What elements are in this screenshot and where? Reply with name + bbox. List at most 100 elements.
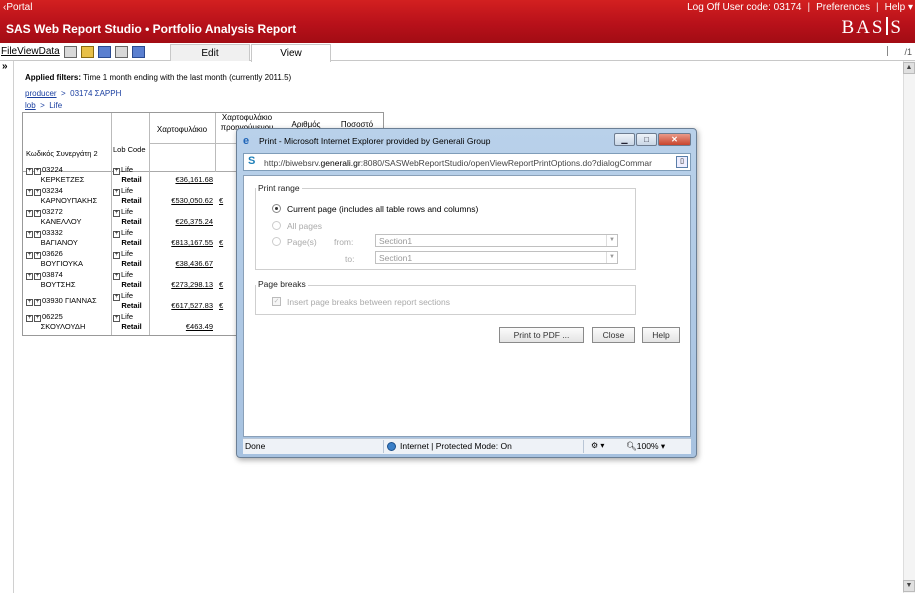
menu-data[interactable]: Data <box>39 46 60 57</box>
expand-icon[interactable]: + <box>34 273 41 280</box>
breadcrumb-link[interactable]: producer <box>25 89 57 98</box>
radio-all-pages[interactable] <box>272 221 281 230</box>
address-bar[interactable]: S http://biwebsrv.generali.gr:8080/SASWe… <box>243 153 691 171</box>
save-icon[interactable] <box>98 46 111 58</box>
close-button[interactable]: Close <box>592 327 635 343</box>
menu-file[interactable]: File <box>1 46 17 57</box>
portfolio-value[interactable]: €813,167.55 <box>145 238 213 247</box>
lob-value[interactable]: Life <box>121 165 133 174</box>
expand-icon[interactable]: + <box>113 294 120 301</box>
print-to-pdf-button[interactable]: Print to PDF ... <box>499 327 584 343</box>
security-settings-icon[interactable]: ⚙ ▾ <box>591 441 604 450</box>
open-folder-icon[interactable] <box>81 46 94 58</box>
preferences-link[interactable]: Preferences <box>816 2 870 13</box>
close-window-button[interactable]: ✕ <box>658 133 691 146</box>
expand-icon[interactable]: + <box>113 315 120 322</box>
lob-value[interactable]: Life <box>121 249 133 258</box>
help-button[interactable]: Help <box>642 327 680 343</box>
expand-icon[interactable]: + <box>26 252 33 259</box>
expand-icon[interactable]: + <box>34 252 41 259</box>
expand-icon[interactable]: + <box>34 168 41 175</box>
breadcrumb-link[interactable]: lob <box>25 101 36 110</box>
expand-icon[interactable]: + <box>113 231 120 238</box>
expand-icon[interactable]: + <box>34 189 41 196</box>
radio-current-page[interactable] <box>272 204 281 213</box>
insert-breaks-checkbox[interactable]: ✓ <box>272 297 281 306</box>
expand-icon[interactable]: + <box>26 273 33 280</box>
menu-view[interactable]: View <box>17 46 39 57</box>
minimize-button[interactable]: ▁ <box>614 133 635 146</box>
print-range-legend: Print range <box>256 183 302 193</box>
portal-link[interactable]: ‹Portal <box>3 2 32 13</box>
expand-icon[interactable]: + <box>113 189 120 196</box>
new-report-icon[interactable] <box>64 46 77 58</box>
portfolio-value[interactable]: €617,527.83 <box>145 301 213 310</box>
zoom-value[interactable]: 100% <box>637 441 659 451</box>
portfolio-value[interactable]: €38,436.67 <box>145 259 213 268</box>
lob-sub: Retail <box>121 196 142 205</box>
expand-icon[interactable]: + <box>26 189 33 196</box>
dialog-title: Print - Microsoft Internet Explorer prov… <box>259 136 491 146</box>
expand-icon[interactable]: + <box>26 168 33 175</box>
portfolio-value[interactable]: €463.49 <box>145 322 213 331</box>
portfolio-value[interactable]: €26,375.24 <box>145 217 213 226</box>
expand-icon[interactable]: + <box>113 273 120 280</box>
expand-icon[interactable]: + <box>34 315 41 322</box>
expand-icon[interactable]: + <box>26 231 33 238</box>
scroll-up-icon[interactable]: ▲ <box>903 62 915 74</box>
page-number: 1 <box>906 47 912 57</box>
lob-value[interactable]: Life <box>121 270 133 279</box>
portal-link-label[interactable]: Portal <box>6 2 32 13</box>
expand-icon[interactable]: + <box>26 315 33 322</box>
address-url[interactable]: http://biwebsrv.generali.gr:8080/SASWebR… <box>264 158 669 168</box>
partner-code[interactable]: 03272 <box>42 207 63 216</box>
partner-code[interactable]: 03234 <box>42 186 63 195</box>
expand-icon[interactable]: + <box>26 299 33 306</box>
logoff-link[interactable]: Log Off User code: 03174 <box>687 2 801 13</box>
lob-value[interactable]: Life <box>121 186 133 195</box>
partner-name: ΒΟΥΤΣΗΣ <box>40 280 76 289</box>
partner-code[interactable]: 03626 <box>42 249 63 258</box>
page-icon: S <box>248 155 256 167</box>
edit-icon[interactable] <box>132 46 145 58</box>
expand-icon[interactable]: + <box>34 231 41 238</box>
lob-value[interactable]: Life <box>121 291 133 300</box>
scroll-down-icon[interactable]: ▼ <box>903 580 915 592</box>
vertical-scrollbar[interactable] <box>903 61 915 593</box>
portfolio-value[interactable]: €36,161.68 <box>145 175 213 184</box>
app-header: ‹Portal SAS Web Report Studio • Portfoli… <box>0 0 915 43</box>
expand-panel-icon[interactable]: » <box>2 61 8 72</box>
expand-icon[interactable]: + <box>26 210 33 217</box>
tab-view[interactable]: View <box>251 44 331 62</box>
from-label: from: <box>334 237 354 247</box>
maximize-button[interactable]: □ <box>636 133 657 146</box>
breadcrumb-sep: > <box>61 89 66 98</box>
partner-code[interactable]: 03224 <box>42 165 63 174</box>
help-link[interactable]: Help ▾ <box>885 2 913 13</box>
expand-icon[interactable]: + <box>113 168 120 175</box>
portfolio-value[interactable]: €273,298.13 <box>145 280 213 289</box>
expand-icon[interactable]: + <box>113 252 120 259</box>
expand-icon[interactable]: + <box>34 299 41 306</box>
to-select[interactable]: Section1 ▼ <box>375 251 618 264</box>
partner-code[interactable]: 03930 <box>42 296 63 305</box>
partner-code[interactable]: 03874 <box>42 270 63 279</box>
print-icon[interactable] <box>115 46 128 58</box>
help-link-label[interactable]: Help <box>885 2 906 13</box>
portfolio-value[interactable]: €530,050.62 <box>145 196 213 205</box>
from-select[interactable]: Section1 ▼ <box>375 234 618 247</box>
lob-value[interactable]: Life <box>121 228 133 237</box>
radio-pages[interactable] <box>272 237 281 246</box>
compatibility-icon[interactable]: ▯ <box>676 156 688 168</box>
lob-value[interactable]: Life <box>121 312 133 321</box>
expand-icon[interactable]: + <box>113 210 120 217</box>
lob-value[interactable]: Life <box>121 207 133 216</box>
lob-sub: Retail <box>121 280 142 289</box>
chevron-down-icon: ▼ <box>606 252 617 263</box>
partner-code[interactable]: 06225 <box>42 312 63 321</box>
from-value: Section1 <box>379 236 413 246</box>
partner-code[interactable]: 03332 <box>42 228 63 237</box>
tab-edit[interactable]: Edit <box>170 44 250 61</box>
expand-icon[interactable]: + <box>34 210 41 217</box>
zoom-control[interactable]: 🔍︎100% ▾ <box>626 441 665 452</box>
